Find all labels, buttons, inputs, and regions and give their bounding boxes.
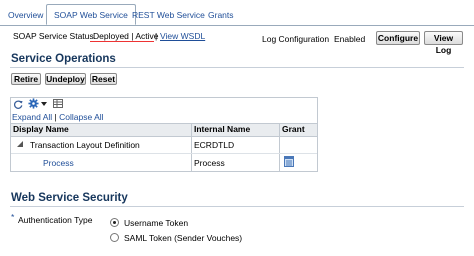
saml-token-radio[interactable] [110, 233, 119, 242]
tab-soap-web-service[interactable]: SOAP Web Service [46, 4, 136, 25]
section-divider [10, 67, 464, 68]
collapse-triangle-icon[interactable] [17, 141, 23, 147]
chevron-down-icon[interactable] [41, 102, 47, 107]
column-header-internal-name[interactable]: Internal Name [194, 124, 250, 134]
gear-icon[interactable] [28, 98, 39, 109]
retire-button[interactable]: Retire [11, 73, 41, 85]
saml-token-label[interactable]: SAML Token (Sender Vouches) [124, 233, 242, 243]
tab-grants[interactable]: Grants [208, 10, 234, 20]
collapse-all-link[interactable]: Collapse All [59, 112, 103, 122]
column-header-display-name[interactable]: Display Name [13, 124, 69, 134]
expand-collapse-row: Expand All | Collapse All [12, 112, 104, 122]
section-divider [10, 206, 464, 207]
column-header-grant[interactable]: Grant [282, 124, 305, 134]
service-operations-title: Service Operations [11, 53, 116, 65]
log-configuration-label: Log Configuration [262, 34, 330, 44]
row-display-name: Transaction Layout Definition [30, 140, 140, 150]
column-divider [279, 123, 280, 172]
row-divider [11, 153, 317, 154]
undeploy-button[interactable]: Undeploy [45, 73, 86, 85]
username-token-label[interactable]: Username Token [124, 218, 188, 228]
table-view-icon[interactable] [53, 99, 63, 108]
row-internal-name: ECRDTLD [194, 140, 235, 150]
soap-status-label: SOAP Service Status [13, 31, 94, 41]
required-indicator: * [11, 212, 15, 222]
reset-button[interactable]: Reset [90, 73, 117, 85]
refresh-icon[interactable] [14, 100, 23, 109]
tab-overview[interactable]: Overview [8, 10, 43, 20]
process-link[interactable]: Process [43, 158, 74, 168]
grant-icon[interactable] [284, 156, 294, 167]
status-underline [90, 41, 154, 42]
configure-button[interactable]: Configure [376, 31, 420, 45]
expand-all-link[interactable]: Expand All [12, 112, 52, 122]
web-service-security-title: Web Service Security [11, 192, 128, 204]
status-separator: | [155, 31, 158, 41]
column-divider [191, 123, 192, 172]
soap-status-value: Deployed | Active [93, 31, 159, 41]
log-configuration-value: Enabled [334, 34, 366, 44]
username-token-radio[interactable] [110, 218, 119, 227]
authentication-type-label: Authentication Type [18, 215, 93, 225]
tab-rest-web-service[interactable]: REST Web Service [132, 10, 205, 20]
view-log-button[interactable]: View Log [424, 31, 463, 55]
row-internal-name: Process [194, 158, 225, 168]
view-wsdl-link[interactable]: View WSDL [160, 31, 205, 41]
